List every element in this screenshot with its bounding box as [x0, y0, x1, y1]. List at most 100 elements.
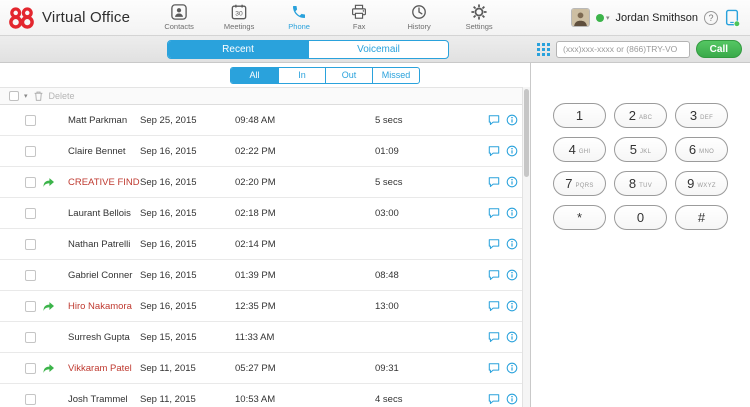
row-checkbox[interactable]	[25, 176, 36, 188]
call-row[interactable]: Nathan Patrelli Sep 16, 2015 02:14 PM	[0, 229, 530, 260]
call-row[interactable]: Surresh Gupta Sep 15, 2015 11:33 AM	[0, 322, 530, 353]
call-date: Sep 11, 2015	[140, 362, 196, 374]
filter-in[interactable]: In	[278, 67, 325, 83]
row-checkbox[interactable]	[25, 269, 36, 281]
call-row[interactable]: Hiro Nakamora Sep 16, 2015 12:35 PM 13:00	[0, 291, 530, 322]
call-date: Sep 16, 2015	[140, 269, 197, 281]
chat-icon[interactable]	[488, 331, 500, 343]
chat-icon[interactable]	[488, 269, 500, 281]
dialpad-key-0[interactable]: 0	[614, 205, 667, 230]
dialpad-key-9[interactable]: 9 WXYZ	[675, 171, 728, 196]
nav-item-fax[interactable]: Fax	[336, 4, 382, 31]
dialpad-key-7[interactable]: 7 PQRS	[553, 171, 606, 196]
info-icon[interactable]	[506, 176, 518, 188]
filter-out[interactable]: Out	[325, 67, 372, 83]
select-all-checkbox[interactable]	[9, 91, 19, 101]
svg-text:30: 30	[235, 11, 243, 18]
tab-recent[interactable]: Recent	[168, 40, 308, 58]
info-icon[interactable]	[506, 300, 518, 312]
chat-icon[interactable]	[488, 300, 500, 312]
row-checkbox[interactable]	[25, 331, 36, 343]
call-row[interactable]: Laurant Bellois Sep 16, 2015 02:18 PM 03:00	[0, 198, 530, 229]
presence-status[interactable]: ▾	[595, 13, 610, 22]
dialpad-key-3[interactable]: 3 DEF	[675, 103, 728, 128]
chat-icon[interactable]	[488, 207, 500, 219]
row-checkbox[interactable]	[25, 207, 36, 219]
dialpad: 1 2 ABC 3 DEF 4 GHI 5 JKL 6 MNO 7 PQRS 8 TUV 9 WXYZ * 0 #	[531, 103, 750, 230]
caret-down-icon: ▾	[605, 14, 610, 22]
key-digit: 0	[636, 210, 645, 225]
dialpad-toggle-icon[interactable]	[537, 42, 550, 56]
row-checkbox[interactable]	[25, 145, 36, 157]
call-row[interactable]: Gabriel Conner Sep 16, 2015 01:39 PM 08:48	[0, 260, 530, 291]
scrollbar-thumb[interactable]	[524, 89, 529, 177]
brand[interactable]: Virtual Office	[8, 6, 130, 30]
call-button[interactable]: Call	[695, 40, 742, 58]
info-icon[interactable]	[506, 238, 518, 250]
dialpad-key-5[interactable]: 5 JKL	[614, 137, 667, 162]
user-name[interactable]: Jordan Smithson	[615, 12, 698, 24]
chat-icon[interactable]	[488, 145, 500, 157]
row-checkbox[interactable]	[25, 393, 36, 405]
dialpad-key-4[interactable]: 4 GHI	[553, 137, 606, 162]
call-duration: 5 secs	[375, 176, 403, 188]
nav-item-contacts[interactable]: Contacts	[156, 4, 202, 31]
checkbox-cell	[0, 207, 42, 219]
delete-button[interactable]: Delete	[49, 91, 75, 101]
call-duration: 4 secs	[375, 393, 403, 405]
dialpad-key-2[interactable]: 2 ABC	[614, 103, 667, 128]
chat-icon[interactable]	[488, 393, 500, 405]
tab-voicemail[interactable]: Voicemail	[308, 40, 448, 58]
chat-icon[interactable]	[488, 362, 500, 374]
list-toolbar: ▾ Delete	[0, 87, 530, 105]
trash-icon[interactable]	[33, 90, 44, 102]
key-digit: 9	[687, 176, 695, 191]
row-checkbox[interactable]	[25, 300, 36, 312]
nav-item-settings[interactable]: Settings	[456, 4, 502, 31]
dialpad-key-1[interactable]: 1	[553, 103, 606, 128]
help-icon[interactable]: ?	[704, 10, 718, 25]
dial-number-input[interactable]	[556, 40, 690, 58]
dialpad-key-8[interactable]: 8 TUV	[614, 171, 667, 196]
dialpad-key-6[interactable]: 6 MNO	[675, 137, 728, 162]
tab-group-wrap: Recent Voicemail	[0, 39, 531, 59]
nav-item-history[interactable]: History	[396, 4, 442, 31]
presence-dot-icon	[595, 13, 604, 22]
select-menu-caret-icon[interactable]: ▾	[24, 92, 28, 100]
caller-name: Matt Parkman	[68, 114, 128, 126]
tab-toolbar: RecentVoicemail Call	[0, 36, 750, 63]
call-row[interactable]: CREATIVE FIND Sep 16, 2015 02:20 PM 5 secs	[0, 167, 530, 198]
info-icon[interactable]	[506, 114, 518, 126]
call-date: Sep 16, 2015	[140, 145, 197, 157]
chat-icon[interactable]	[488, 176, 500, 188]
row-checkbox[interactable]	[25, 362, 36, 374]
filter-missed[interactable]: Missed	[372, 67, 419, 83]
softphone-status-icon[interactable]	[724, 9, 740, 27]
nav-item-meetings[interactable]: 30 Meetings	[216, 4, 262, 31]
nav-item-phone[interactable]: Phone	[276, 4, 322, 31]
caller-name: CREATIVE FIND	[68, 176, 140, 188]
info-icon[interactable]	[506, 145, 518, 157]
call-row[interactable]: Claire Bennet Sep 16, 2015 02:22 PM 01:09	[0, 136, 530, 167]
avatar[interactable]	[570, 8, 590, 27]
dialpad-key-pound[interactable]: #	[675, 205, 728, 230]
info-icon[interactable]	[506, 269, 518, 281]
call-row[interactable]: Matt Parkman Sep 25, 2015 09:48 AM 5 secs	[0, 105, 530, 136]
call-row[interactable]: Josh Trammel Sep 11, 2015 10:53 AM 4 secs	[0, 384, 530, 407]
list-scrollbar[interactable]	[522, 87, 530, 407]
filter-all[interactable]: All	[231, 67, 278, 83]
info-icon[interactable]	[506, 393, 518, 405]
key-digit: #	[697, 210, 706, 225]
info-icon[interactable]	[506, 331, 518, 343]
row-checkbox[interactable]	[25, 238, 36, 250]
row-checkbox[interactable]	[25, 114, 36, 126]
dialpad-key-star[interactable]: *	[553, 205, 606, 230]
call-time: 11:33 AM	[235, 331, 275, 343]
info-icon[interactable]	[506, 362, 518, 374]
call-duration: 01:09	[375, 145, 399, 157]
call-row[interactable]: Vikkaram Patel Sep 11, 2015 05:27 PM 09:31	[0, 353, 530, 384]
chat-icon[interactable]	[488, 114, 500, 126]
dialer-bar: Call	[531, 40, 750, 58]
info-icon[interactable]	[506, 207, 518, 219]
chat-icon[interactable]	[488, 238, 500, 250]
